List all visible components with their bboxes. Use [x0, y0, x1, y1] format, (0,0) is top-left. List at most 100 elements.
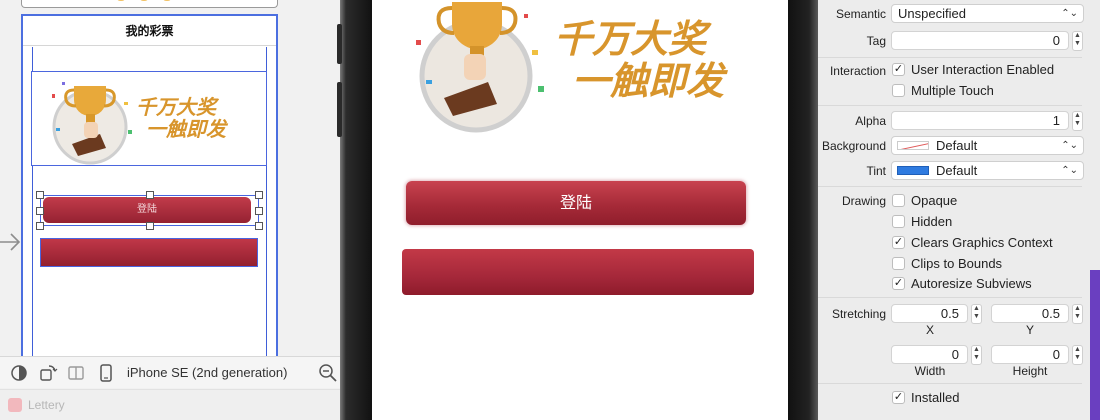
stretching-height-field[interactable]: 0 [991, 345, 1069, 364]
multiple-touch-text: Multiple Touch [911, 83, 994, 98]
selection-frame [36, 191, 263, 230]
resize-handle[interactable] [36, 191, 44, 199]
simulator-frame-right [788, 0, 818, 420]
simulator-side-button[interactable] [337, 24, 342, 64]
checkmark-icon: ✓ [892, 391, 905, 404]
divider [818, 186, 1082, 187]
drawing-label: Drawing [841, 194, 886, 208]
stretching-x-field[interactable]: 0.5 [891, 304, 968, 323]
tag-label: Tag [866, 34, 886, 48]
tag-stepper[interactable]: ▲ ▼ [1072, 31, 1083, 51]
scene-thumb-dot [117, 0, 125, 1]
stretching-height-stepper[interactable]: ▲ ▼ [1072, 345, 1083, 365]
sim-banner-slogan: 千万大奖 一触即发 [554, 18, 724, 102]
scene-thumb-dot [163, 0, 171, 1]
previous-scene-frame[interactable] [21, 0, 278, 8]
checkbox-empty-icon [892, 194, 905, 207]
stretching-width-stepper[interactable]: ▲ ▼ [971, 345, 982, 365]
app-icon [8, 398, 22, 412]
view-controller-scene[interactable]: 我的彩票 千万大奖 一触即发 登陆 [21, 14, 278, 377]
stretching-x-caption: X [925, 323, 934, 337]
stretching-y-caption: Y [1025, 323, 1034, 337]
tint-label: Tint [866, 164, 886, 178]
sim-banner-line-1: 千万大奖 [554, 16, 707, 61]
scene-nav-title[interactable]: 我的彩票 [23, 16, 276, 46]
project-bar: Lettery [0, 389, 340, 420]
secondary-button[interactable] [402, 249, 754, 295]
storyboard-canvas[interactable]: 我的彩票 千万大奖 一触即发 登陆 iPhone SE (2nd generat… [0, 0, 340, 420]
resize-handle[interactable] [36, 222, 44, 230]
divider [818, 105, 1082, 106]
opaque-text: Opaque [911, 193, 958, 208]
resize-handle[interactable] [146, 191, 154, 199]
stretching-label: Stretching [831, 307, 886, 321]
background-value: Default [936, 138, 978, 153]
login-button[interactable]: 登陆 [406, 181, 746, 225]
semantic-value: Unspecified [898, 6, 966, 21]
user-interaction-text: User Interaction Enabled [911, 62, 1055, 77]
checkbox-empty-icon [892, 84, 905, 97]
resize-handle[interactable] [255, 191, 263, 199]
chevron-updown-icon: ⌃⌄ [1061, 8, 1078, 19]
device-name-label[interactable]: iPhone SE (2nd generation) [127, 365, 287, 380]
chevron-updown-icon: ⌃⌄ [1061, 165, 1078, 176]
device-phone-icon[interactable] [96, 363, 116, 383]
stretching-x-stepper[interactable]: ▲ ▼ [971, 304, 982, 324]
tint-value: Default [936, 163, 978, 178]
tint-color-swatch-icon [897, 166, 929, 175]
resize-handle[interactable] [36, 207, 44, 215]
sb-secondary-button[interactable] [40, 238, 258, 267]
layout-split-icon[interactable] [66, 363, 86, 383]
semantic-label: Semantic [835, 7, 886, 21]
sim-banner-line-2: 一触即发 [572, 58, 725, 103]
banner-image-view[interactable]: 千万大奖 一触即发 [31, 71, 267, 166]
simulator-screen[interactable]: 千万大奖 一触即发 登陆 [372, 0, 788, 420]
appearance-toggle-icon[interactable] [9, 363, 29, 383]
sim-banner-image: 千万大奖 一触即发 [404, 0, 744, 140]
resize-handle[interactable] [255, 207, 263, 215]
checkmark-icon: ✓ [892, 236, 905, 249]
clips-to-bounds-text: Clips to Bounds [911, 256, 1003, 271]
canvas-toolbar: iPhone SE (2nd generation) [0, 356, 340, 388]
tint-popup[interactable]: Default ⌃⌄ [891, 161, 1084, 180]
checkmark-icon: ✓ [892, 277, 905, 290]
alpha-stepper[interactable]: ▲ ▼ [1072, 111, 1083, 131]
autoresize-subviews-text: Autoresize Subviews [911, 276, 1032, 291]
alpha-field[interactable]: 1 [891, 111, 1069, 130]
tag-field[interactable]: 0 [891, 31, 1069, 50]
window-edge-strip [1090, 270, 1100, 420]
resize-handle[interactable] [146, 222, 154, 230]
divider [818, 383, 1082, 384]
divider [818, 57, 1082, 58]
installed-text: Installed [911, 390, 960, 405]
attributes-inspector: Semantic Unspecified ⌃⌄ Tag 0 ▲ ▼ Interac… [818, 0, 1100, 420]
default-color-swatch-icon [897, 141, 929, 150]
simulator-side-button[interactable] [337, 82, 342, 137]
stretching-width-field[interactable]: 0 [891, 345, 968, 364]
semantic-popup[interactable]: Unspecified ⌃⌄ [891, 4, 1084, 23]
storyboard-entry-arrow-icon[interactable] [0, 230, 22, 254]
stretching-height-caption: Height [1012, 364, 1048, 378]
banner-line-2: 一触即发 [146, 117, 226, 141]
orientation-rotate-icon[interactable] [38, 363, 58, 383]
checkmark-icon: ✓ [892, 63, 905, 76]
banner-line-1: 千万大奖 [136, 95, 216, 119]
zoom-out-icon[interactable] [318, 363, 338, 383]
background-popup[interactable]: Default ⌃⌄ [891, 136, 1084, 155]
stretching-width-caption: Width [914, 364, 946, 378]
stretching-y-field[interactable]: 0.5 [991, 304, 1069, 323]
background-label: Background [821, 139, 886, 153]
checkbox-empty-icon [892, 215, 905, 228]
checkbox-empty-icon [892, 257, 905, 270]
resize-handle[interactable] [255, 222, 263, 230]
interaction-label: Interaction [829, 64, 886, 78]
banner-slogan-text: 千万大奖 一触即发 [136, 96, 226, 140]
divider [818, 297, 1082, 298]
stretching-y-stepper[interactable]: ▲ ▼ [1072, 304, 1083, 324]
clears-graphics-text: Clears Graphics Context [911, 235, 1053, 250]
scene-thumb-dot [140, 0, 148, 1]
chevron-updown-icon: ⌃⌄ [1061, 140, 1078, 151]
hidden-text: Hidden [911, 214, 953, 229]
simulator-frame-left [340, 0, 372, 420]
project-label[interactable]: Lettery [28, 398, 65, 412]
